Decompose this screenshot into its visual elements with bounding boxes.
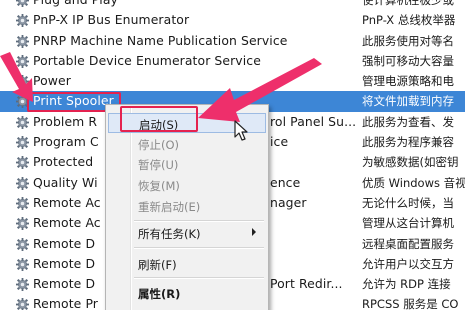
service-name-tail: ence [270,174,301,190]
service-name-tail: nager [270,194,307,210]
service-row[interactable]: PnP-X IP Bus Enumerator PnP-X 总线枚举器 [0,10,465,30]
gear-icon [16,14,29,28]
menu-item-properties[interactable]: 属性(R) [108,283,266,303]
annotation-arrow-left [0,52,33,102]
service-description: 此服务为程序兼容 [362,135,454,150]
service-name: PNRP Machine Name Publication Service [33,32,288,48]
menu-item-restart-label: 重新启动(E) [138,200,201,214]
service-name: Remote D [33,235,96,251]
gear-icon [16,298,29,310]
menu-item-properties-label: 属性(R) [138,287,181,301]
gear-icon [16,34,29,48]
gear-icon [16,176,29,190]
service-row[interactable]: PNRP Machine Name Publication Service 此服务… [0,31,465,51]
service-name: Quality Wi [33,174,98,190]
service-name: Remote Ac [33,194,101,210]
gear-icon [16,136,29,150]
service-name: PnP-X IP Bus Enumerator [33,12,190,28]
service-name: Problem R [33,113,98,129]
service-name: Plug and Play [33,0,118,7]
service-description: 将文件加载到内存 [362,94,454,109]
menu-item-refresh-label: 刷新(F) [138,258,177,272]
service-description: RPCSS 服务是 CO [362,297,459,310]
menu-item-pause-label: 暂停(U) [138,158,179,172]
menu-item-all-tasks-label: 所有任务(K) [138,227,201,241]
service-description: 允许为 RDP 连接 [362,277,451,292]
menu-item-pause[interactable]: 暂停(U) [108,154,266,174]
service-description: 使计算机在极少或 [362,0,454,7]
service-name: Remote D [33,255,96,271]
menu-separator [134,220,264,222]
service-description: PnP-X 总线枚举器 [362,13,456,28]
service-description: 强制可移动大容量 [362,53,454,68]
service-name-tail: ice [270,134,289,150]
service-description: 无论什么时候，当 [362,195,454,210]
menu-item-restart[interactable]: 重新启动(E) [108,196,266,216]
menu-separator [134,247,264,249]
service-description: 为敏感数据(如密钥 [362,155,459,170]
mouse-cursor-icon [234,120,248,141]
menu-item-refresh[interactable]: 刷新(F) [108,254,266,274]
service-description: 允许用户以交互方 [362,256,454,271]
service-name: Remote D [33,276,96,292]
service-description: 此服务使用对等名 [362,33,454,48]
service-name: Protected [33,154,94,170]
start-highlight [120,106,198,132]
gear-icon [16,217,29,231]
menu-item-stop-label: 停止(O) [138,138,180,152]
gear-icon [16,0,29,7]
service-name: Program C [33,134,99,150]
menu-separator [134,277,264,279]
gear-icon [16,237,29,251]
chevron-right-icon [252,228,256,236]
menu-item-resume[interactable]: 恢复(M) [108,175,266,195]
service-name: Remote Ac [33,215,101,231]
service-description: 优质 Windows 音视 [362,175,465,190]
gear-icon [16,257,29,271]
service-row[interactable]: Plug and Play 使计算机在极少或 [0,0,465,10]
service-name-tail: Port Redir... [270,276,343,292]
service-description: 此服务为查看、发 [362,114,454,129]
gear-icon [16,156,29,170]
gear-icon [16,115,29,129]
gear-icon [16,278,29,292]
service-name: Remote Pr [33,296,98,310]
service-description: 远程桌面配置服务 [362,236,454,251]
annotation-arrow-right [198,58,322,122]
menu-item-resume-label: 恢复(M) [138,179,180,193]
service-description: 管理从这台计算机 [362,216,454,231]
gear-icon [16,196,29,210]
menu-item-all-tasks[interactable]: 所有任务(K) [108,223,266,243]
service-description: 管理电源策略和电 [362,74,454,89]
